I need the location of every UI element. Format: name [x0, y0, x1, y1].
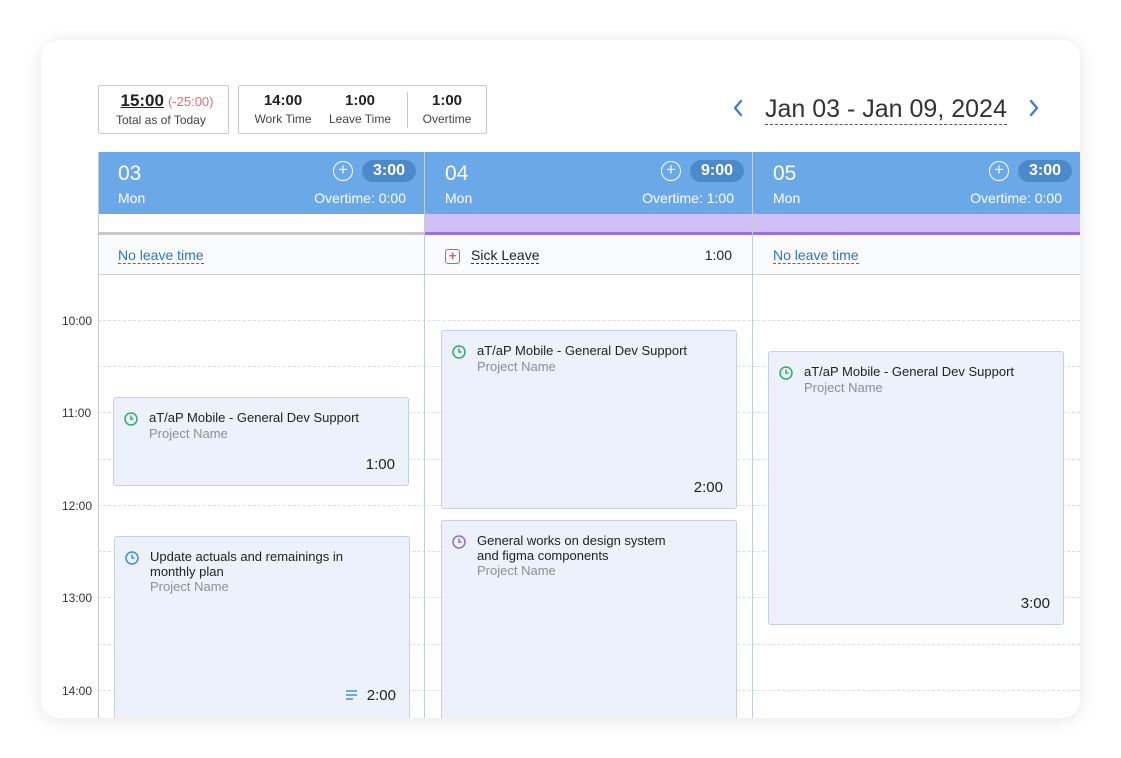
leave-row-03: No leave time — [98, 237, 424, 275]
leave-time-value: 1:00 — [344, 92, 376, 109]
day-total-badge: 3:00 — [1018, 160, 1072, 182]
sick-leave-value: 1:00 — [704, 247, 732, 263]
sick-leave-link[interactable]: Sick Leave — [471, 247, 540, 264]
no-leave-link[interactable]: No leave time — [773, 247, 859, 264]
work-time-stat: 14:00 Work Time — [251, 92, 315, 126]
work-time-label: Work Time — [254, 112, 312, 126]
clock-purple-icon — [452, 535, 466, 549]
overtime-value: 1:00 — [431, 92, 463, 109]
column-divider — [98, 152, 99, 718]
overtime-label: Overtime — [422, 112, 472, 126]
add-entry-button[interactable]: + — [661, 161, 681, 181]
entry-title: aT/aP Mobile - General Dev Support — [477, 343, 688, 358]
time-entry-card[interactable]: aT/aP Mobile - General Dev Support Proje… — [441, 330, 737, 509]
day-number: 04 — [445, 162, 469, 185]
time-summary-box: 14:00 Work Time 1:00 Leave Time 1:00 Ove… — [238, 85, 487, 134]
day-header-03: 03 Mon + 3:00 Overtime: 0:00 — [98, 152, 424, 214]
notes-icon — [346, 690, 357, 700]
clock-blue-icon — [125, 551, 139, 565]
summary-divider — [407, 92, 408, 128]
time-label: 13:00 — [62, 591, 93, 605]
entry-duration: 1:00 — [365, 456, 395, 473]
day-weekday: Mon — [118, 190, 146, 206]
entry-title: General works on design system and figma… — [477, 533, 666, 563]
entry-project: Project Name — [150, 579, 229, 594]
time-label: 14:00 — [62, 684, 93, 698]
add-entry-button[interactable]: + — [333, 161, 353, 181]
grid-line — [98, 320, 1080, 321]
time-entry-card[interactable]: aT/aP Mobile - General Dev Support Proje… — [113, 397, 409, 486]
total-delta: (-25:00) — [167, 94, 214, 109]
day-number: 03 — [118, 162, 142, 185]
work-time-value: 14:00 — [263, 92, 303, 109]
column-divider — [752, 152, 753, 718]
time-label: 11:00 — [62, 406, 92, 420]
leave-time-label: Leave Time — [328, 112, 392, 126]
day-header-04: 04 Mon + 9:00 Overtime: 1:00 — [425, 152, 752, 214]
entry-duration: 2:00 — [693, 479, 723, 496]
no-leave-link[interactable]: No leave time — [118, 247, 204, 264]
add-entry-button[interactable]: + — [989, 161, 1009, 181]
time-label: 10:00 — [62, 314, 93, 328]
entry-title: Update actuals and remainings in monthly… — [150, 549, 343, 579]
date-range-picker[interactable]: Jan 03 - Jan 09, 2024 — [765, 94, 1007, 125]
time-label: 12:00 — [62, 499, 93, 513]
next-week-button[interactable] — [1025, 96, 1043, 120]
clock-green-icon — [779, 366, 793, 380]
entry-title: aT/aP Mobile - General Dev Support — [804, 364, 1015, 379]
sick-leave-icon: + — [445, 249, 460, 264]
total-label: Total as of Today — [116, 113, 206, 127]
overtime-stat: 1:00 Overtime — [415, 92, 479, 126]
day-overtime: Overtime: 1:00 — [642, 190, 734, 206]
entry-title: aT/aP Mobile - General Dev Support — [149, 410, 360, 425]
entry-project: Project Name — [477, 359, 556, 374]
timesheet-card: 15:00 (-25:00) Total as of Today 14:00 Wo… — [41, 40, 1080, 718]
day-header-05: 05 Mon + 3:00 Overtime: 0:00 — [753, 152, 1080, 214]
total-summary-box: 15:00 (-25:00) Total as of Today — [98, 85, 229, 134]
time-entry-card[interactable]: aT/aP Mobile - General Dev Support Proje… — [768, 351, 1064, 625]
total-value: 15:00 — [120, 91, 164, 110]
prev-week-button[interactable] — [729, 96, 747, 120]
day-weekday: Mon — [773, 190, 801, 206]
entry-duration: 3:00 — [1020, 595, 1050, 612]
day-leave-strip — [98, 214, 424, 235]
entry-project: Project Name — [477, 563, 556, 578]
leave-time-stat: 1:00 Leave Time — [325, 92, 395, 126]
leave-row-04: + Sick Leave 1:00 — [425, 237, 752, 275]
day-overtime: Overtime: 0:00 — [314, 190, 406, 206]
clock-green-icon — [124, 412, 138, 426]
entry-project: Project Name — [804, 380, 883, 395]
day-total-badge: 3:00 — [362, 160, 416, 182]
time-entry-card[interactable]: Update actuals and remainings in monthly… — [114, 536, 410, 718]
entry-project: Project Name — [149, 426, 228, 441]
leave-row-05: No leave time — [753, 237, 1080, 275]
day-total-badge: 9:00 — [690, 160, 744, 182]
chevron-right-icon — [1029, 99, 1039, 117]
time-entry-card[interactable]: General works on design system and figma… — [441, 520, 737, 718]
clock-green-icon — [452, 345, 466, 359]
entry-duration: 2:00 — [366, 687, 396, 704]
chevron-left-icon — [733, 99, 743, 117]
total-stat: 15:00 (-25:00) Total as of Today — [112, 91, 222, 128]
day-weekday: Mon — [445, 190, 473, 206]
column-divider — [424, 152, 425, 718]
day-overtime: Overtime: 0:00 — [970, 190, 1062, 206]
day-number: 05 — [773, 162, 797, 185]
